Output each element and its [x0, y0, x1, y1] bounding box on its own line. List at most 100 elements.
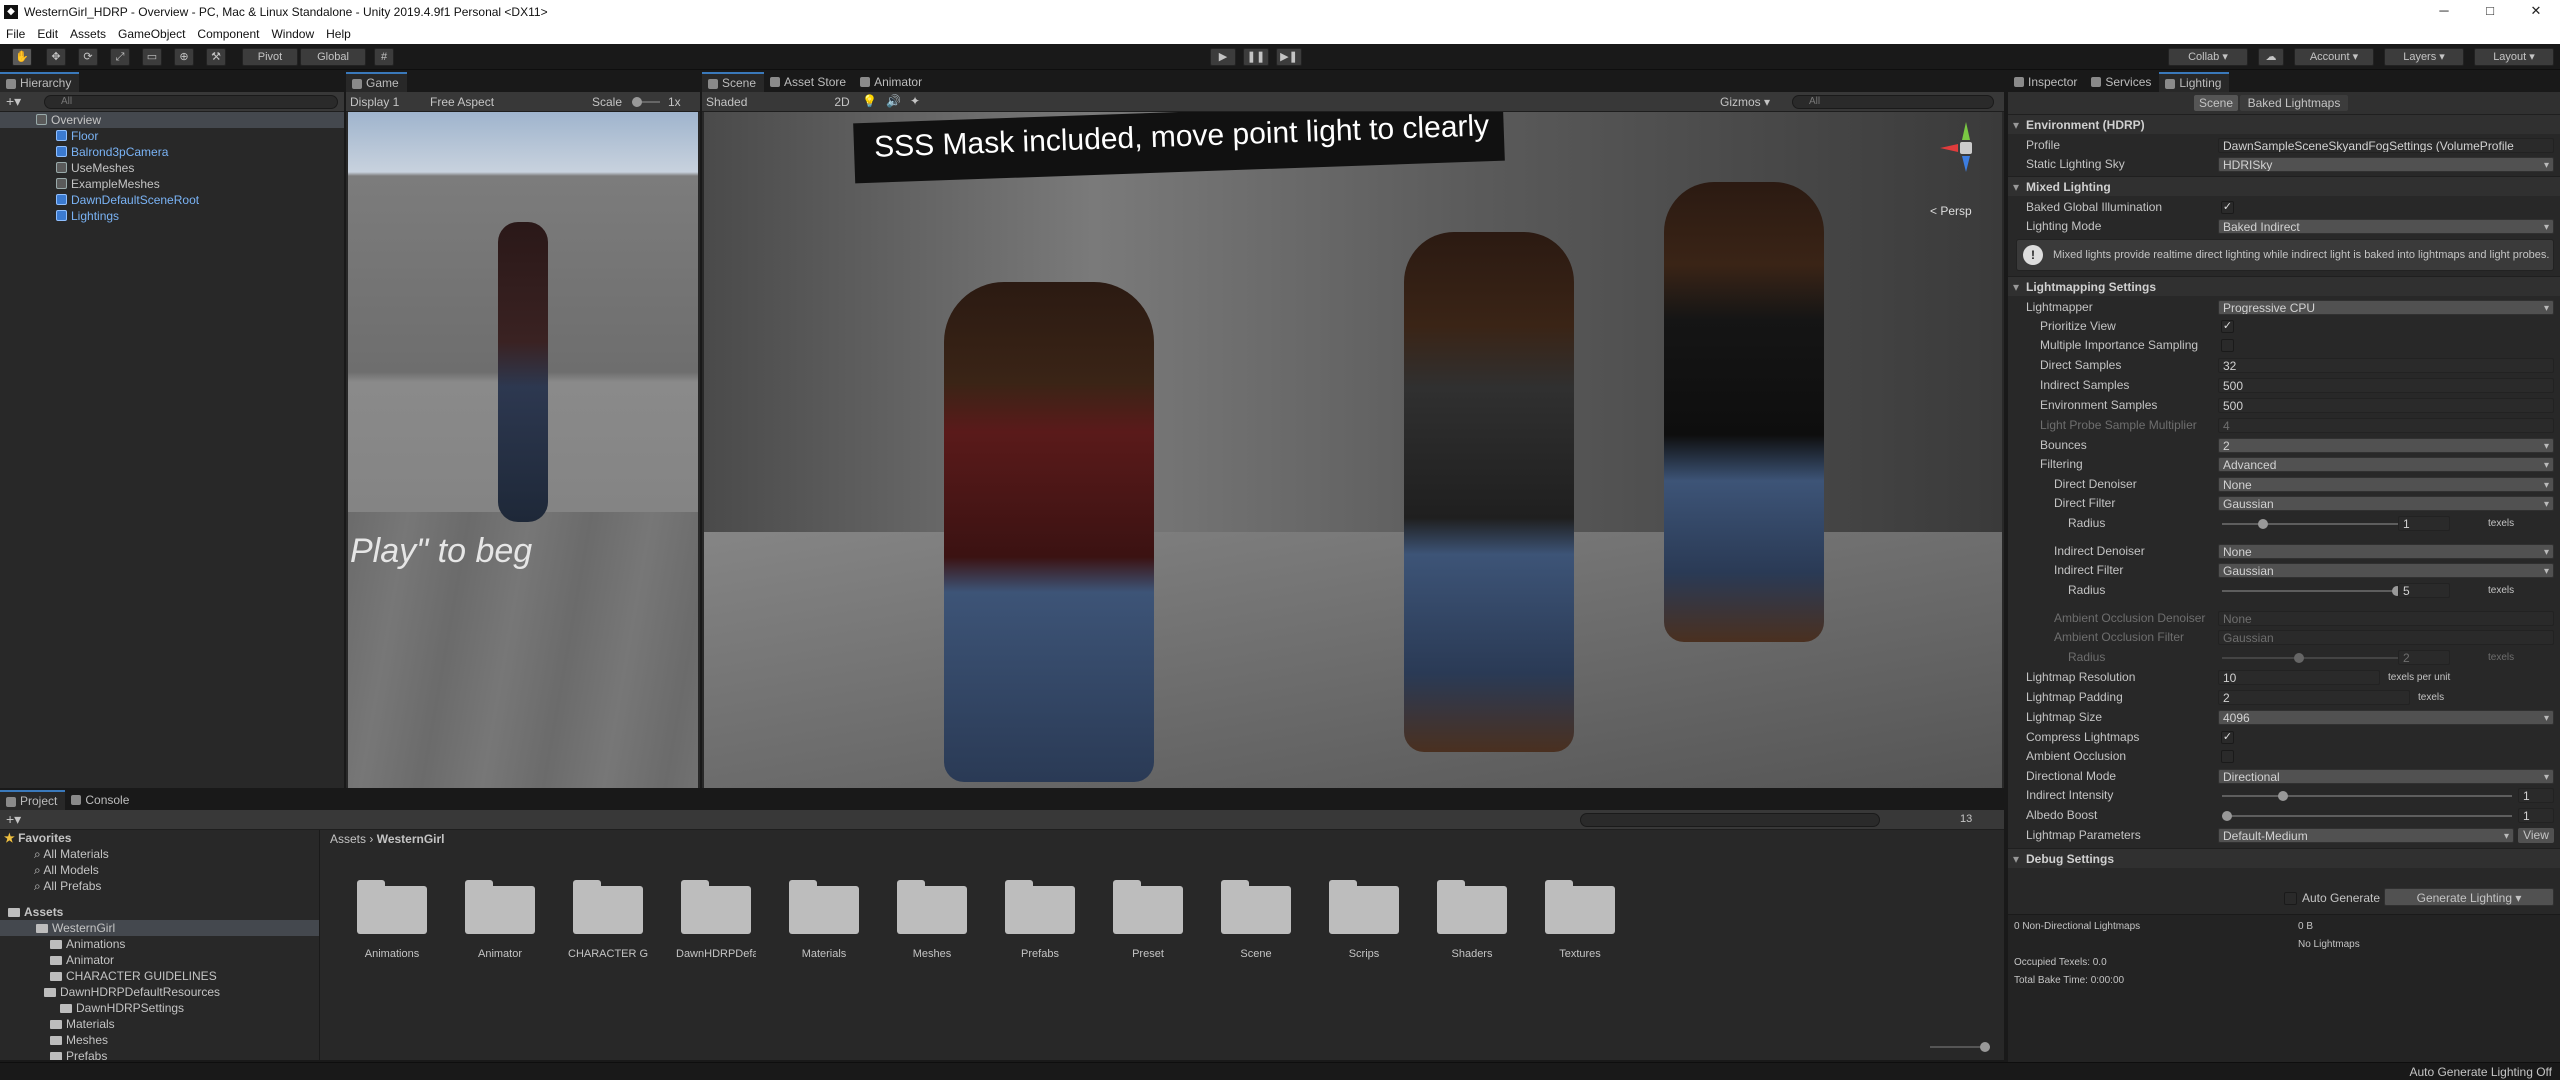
tab-inspector[interactable]: Inspector	[2008, 72, 2085, 92]
albedo-boost-input[interactable]: 1	[2518, 808, 2554, 823]
snap-grid-icon[interactable]: #	[374, 48, 394, 66]
tree-item[interactable]: Prefabs	[0, 1048, 319, 1060]
layers-dropdown[interactable]: Layers ▾	[2384, 48, 2464, 66]
display-dropdown[interactable]: Display 1	[350, 94, 422, 110]
mis-checkbox[interactable]	[2221, 339, 2234, 352]
icon-size-knob[interactable]	[1980, 1042, 1990, 1052]
directional-mode-dropdown[interactable]: Directional	[2218, 769, 2554, 784]
tree-item[interactable]: Animator	[0, 952, 319, 968]
ao-checkbox[interactable]	[2221, 750, 2234, 763]
section-debug[interactable]: Debug Settings	[2008, 848, 2560, 869]
tree-item[interactable]: DawnHDRPDefaultResources	[0, 984, 319, 1000]
gizmo-z-axis-icon[interactable]	[1962, 156, 1970, 172]
resolution-input[interactable]: 10	[2218, 670, 2380, 685]
create-plus-icon[interactable]: +▾	[6, 94, 21, 108]
tree-item[interactable]: DawnHDRPSettings	[0, 1000, 319, 1016]
direct-radius-input[interactable]: 1	[2398, 516, 2450, 531]
gizmos-dropdown[interactable]: Gizmos ▾	[1720, 94, 1780, 110]
tab-lighting[interactable]: Lighting	[2159, 72, 2230, 92]
folder-item[interactable]: DawnHDRPDefaul...	[676, 880, 756, 960]
direct-samples-input[interactable]: 32	[2218, 358, 2554, 373]
indirect-filter-dropdown[interactable]: Gaussian	[2218, 563, 2554, 578]
folder-item[interactable]: Textures	[1540, 880, 1620, 960]
effects-toggle-icon[interactable]: ✦	[910, 94, 924, 110]
profile-value[interactable]: DawnSampleSceneSkyandFogSettings (Volume…	[2218, 138, 2554, 153]
folder-item[interactable]: Animations	[352, 880, 432, 960]
bounces-dropdown[interactable]: 2	[2218, 438, 2554, 453]
tab-services[interactable]: Services	[2085, 72, 2159, 92]
hierarchy-item-overview[interactable]: Overview	[0, 112, 344, 128]
bgi-checkbox[interactable]: ✓	[2221, 201, 2234, 214]
collab-dropdown[interactable]: Collab ▾	[2168, 48, 2248, 66]
tab-project[interactable]: Project	[0, 790, 66, 810]
tree-item[interactable]: Materials	[0, 1016, 319, 1032]
custom-tool-icon[interactable]: ⚒	[206, 48, 226, 66]
direct-filter-dropdown[interactable]: Gaussian	[2218, 496, 2554, 511]
scene-gizmo[interactable]	[1936, 118, 1996, 178]
gizmo-x-axis-icon[interactable]	[1940, 144, 1958, 152]
indirect-radius-input[interactable]: 5	[2398, 583, 2450, 598]
project-create-icon[interactable]: +▾	[6, 812, 21, 826]
albedo-boost-knob[interactable]	[2222, 811, 2232, 821]
favorite-item[interactable]: ⌕ All Models	[0, 862, 319, 878]
direct-denoiser-dropdown[interactable]: None	[2218, 477, 2554, 492]
direct-radius-knob[interactable]	[2258, 519, 2268, 529]
indirect-intensity-slider[interactable]	[2222, 791, 2512, 801]
lightmap-params-dropdown[interactable]: Default-Medium	[2218, 828, 2514, 843]
folder-item[interactable]: Shaders	[1432, 880, 1512, 960]
shading-dropdown[interactable]: Shaded	[706, 94, 822, 110]
favorite-item[interactable]: ⌕ All Materials	[0, 846, 319, 862]
size-dropdown[interactable]: 4096	[2218, 710, 2554, 725]
scale-slider-knob[interactable]	[632, 97, 642, 107]
folder-item[interactable]: Materials	[784, 880, 864, 960]
indirect-radius-slider[interactable]	[2222, 586, 2402, 596]
menu-file[interactable]: File	[0, 27, 31, 41]
tree-item[interactable]: Meshes	[0, 1032, 319, 1048]
generate-lighting-button[interactable]: Generate Lighting ▾	[2384, 888, 2554, 906]
rotate-tool-icon[interactable]: ⟳	[78, 48, 98, 66]
pause-button[interactable]: ❚❚	[1243, 48, 1269, 66]
aspect-dropdown[interactable]: Free Aspect	[430, 94, 580, 110]
breadcrumb-westerngirl[interactable]: WesternGirl	[377, 832, 445, 846]
favorite-item[interactable]: ⌕ All Prefabs	[0, 878, 319, 894]
section-mixed-lighting[interactable]: Mixed Lighting	[2008, 176, 2560, 197]
tree-item[interactable]: CHARACTER GUIDELINES	[0, 968, 319, 984]
tab-hierarchy[interactable]: Hierarchy	[0, 72, 80, 92]
direct-radius-slider[interactable]	[2222, 519, 2402, 529]
menu-help[interactable]: Help	[320, 27, 357, 41]
folder-item[interactable]: Preset	[1108, 880, 1188, 960]
filtering-dropdown[interactable]: Advanced	[2218, 457, 2554, 472]
folder-item[interactable]: Scrips	[1324, 880, 1404, 960]
assets-header[interactable]: Assets	[0, 904, 319, 920]
menu-assets[interactable]: Assets	[64, 27, 112, 41]
section-environment[interactable]: Environment (HDRP)	[2008, 114, 2560, 135]
audio-toggle-icon[interactable]: 🔊	[886, 94, 901, 110]
tab-console[interactable]: Console	[65, 790, 137, 810]
lighting-mode-dropdown[interactable]: Baked Indirect	[2218, 219, 2554, 234]
folder-item[interactable]: CHARACTER GUI...	[568, 880, 648, 960]
layout-dropdown[interactable]: Layout ▾	[2474, 48, 2554, 66]
pivot-toggle[interactable]: Pivot	[242, 48, 298, 66]
cloud-icon[interactable]: ☁	[2258, 48, 2284, 66]
tab-scene[interactable]: Scene	[702, 72, 765, 92]
lighting-toggle-icon[interactable]: 💡	[862, 94, 877, 110]
tab-animator[interactable]: Animator	[854, 72, 930, 92]
breadcrumb-assets[interactable]: Assets	[330, 832, 366, 846]
tab-game[interactable]: Game	[346, 72, 407, 92]
tab-asset-store[interactable]: Asset Store	[764, 72, 854, 92]
icon-size-slider[interactable]	[1930, 1042, 1990, 1052]
menu-window[interactable]: Window	[265, 27, 320, 41]
indirect-samples-input[interactable]: 500	[2218, 378, 2554, 393]
maximize-button[interactable]: □	[2470, 0, 2510, 24]
indirect-intensity-input[interactable]: 1	[2518, 788, 2554, 803]
2d-toggle[interactable]: 2D	[830, 94, 854, 110]
menu-component[interactable]: Component	[191, 27, 265, 41]
global-toggle[interactable]: Global	[300, 48, 366, 66]
hierarchy-item-floor[interactable]: Floor	[0, 128, 344, 144]
tree-item-westerngirl[interactable]: WesternGirl	[0, 920, 319, 936]
scene-search-input[interactable]: All	[1792, 95, 1994, 109]
auto-generate-checkbox[interactable]	[2284, 892, 2297, 905]
indirect-intensity-knob[interactable]	[2278, 791, 2288, 801]
compress-checkbox[interactable]: ✓	[2221, 731, 2234, 744]
section-lightmapping[interactable]: Lightmapping Settings	[2008, 276, 2560, 297]
